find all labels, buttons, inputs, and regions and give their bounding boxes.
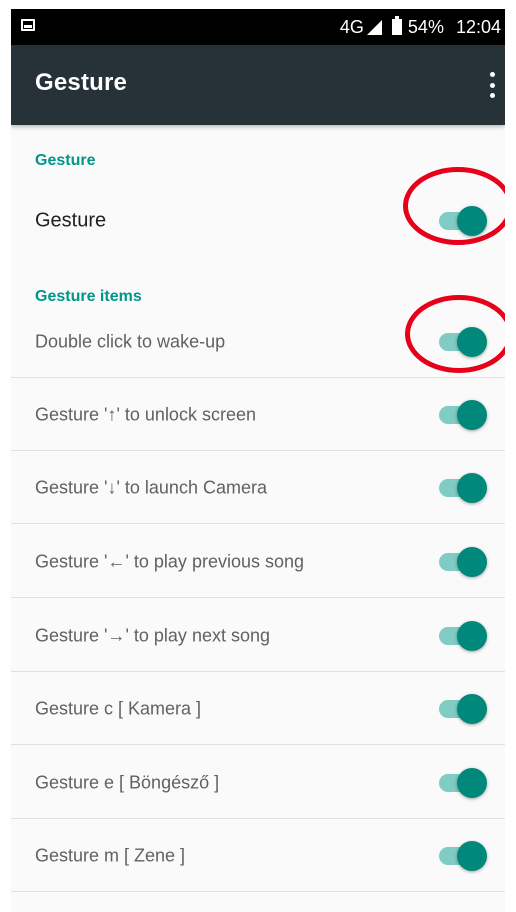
list-item-gesture-m[interactable]: Gesture m [ Zene ] bbox=[11, 820, 505, 892]
row-label: Double click to wake-up bbox=[35, 331, 226, 352]
section-header-gesture: Gesture bbox=[35, 152, 96, 169]
gesture-m-toggle[interactable] bbox=[439, 839, 489, 873]
row-label: Gesture c [ Kamera ] bbox=[35, 698, 202, 719]
network-type: 4G bbox=[339, 16, 364, 37]
divider bbox=[11, 891, 505, 892]
camera-toggle[interactable] bbox=[439, 471, 489, 505]
next-song-toggle[interactable] bbox=[439, 619, 489, 653]
list-item-camera[interactable]: Gesture '↓' to launch Camera bbox=[11, 452, 505, 524]
battery-icon bbox=[391, 16, 402, 35]
row-label: Gesture '↑' to unlock screen bbox=[35, 404, 256, 425]
row-label: Gesture '→' to play next song bbox=[35, 625, 270, 646]
row-label: Gesture '←' to play previous song bbox=[35, 551, 305, 572]
status-bar: 4G 54% 12:04 bbox=[11, 9, 505, 45]
section-header-gesture-items: Gesture items bbox=[35, 288, 142, 305]
divider bbox=[11, 450, 505, 451]
divider bbox=[11, 818, 505, 819]
annotation-circle bbox=[405, 295, 505, 373]
status-indicators: 4G 54% 12:04 bbox=[340, 9, 501, 45]
row-label: Gesture '↓' to launch Camera bbox=[35, 477, 267, 498]
row-label: Gesture bbox=[35, 209, 107, 232]
divider bbox=[11, 671, 505, 672]
overflow-menu-icon[interactable] bbox=[487, 72, 497, 98]
list-item-previous-song[interactable]: Gesture '←' to play previous song bbox=[11, 526, 505, 598]
list-item-gesture-c[interactable]: Gesture c [ Kamera ] bbox=[11, 673, 505, 745]
image-notification-icon bbox=[21, 19, 35, 31]
signal-icon bbox=[366, 19, 382, 35]
unlock-toggle[interactable] bbox=[439, 398, 489, 432]
divider bbox=[11, 744, 505, 745]
list-item-unlock[interactable]: Gesture '↑' to unlock screen bbox=[11, 379, 505, 451]
previous-song-toggle[interactable] bbox=[439, 545, 489, 579]
clock: 12:04 bbox=[455, 16, 501, 37]
row-label: Gesture e [ Böngésző ] bbox=[35, 772, 220, 793]
row-label: Gesture m [ Zene ] bbox=[35, 845, 186, 866]
gesture-e-toggle[interactable] bbox=[439, 766, 489, 800]
divider bbox=[11, 377, 505, 378]
divider bbox=[11, 597, 505, 598]
list-item-next-song[interactable]: Gesture '→' to play next song bbox=[11, 600, 505, 672]
app-bar: Gesture bbox=[11, 45, 505, 125]
list-item-gesture-e[interactable]: Gesture e [ Böngésző ] bbox=[11, 747, 505, 819]
page-title: Gesture bbox=[35, 69, 128, 96]
divider bbox=[11, 523, 505, 524]
annotation-circle bbox=[403, 167, 505, 245]
phone-screen: 4G 54% 12:04 Gesture Gesture Gesture Ges… bbox=[11, 9, 505, 912]
gesture-c-toggle[interactable] bbox=[439, 692, 489, 726]
battery-percent: 54% bbox=[407, 16, 444, 37]
